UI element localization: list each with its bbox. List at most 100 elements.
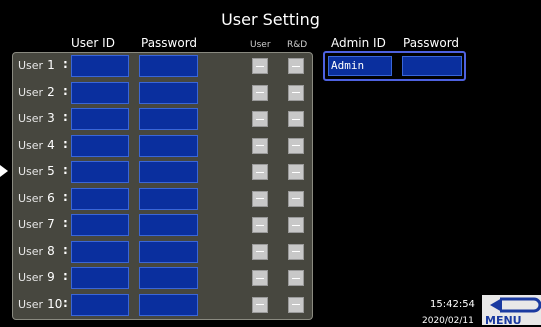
user-colon: : — [63, 83, 68, 98]
rd-permission-checkbox[interactable] — [288, 58, 304, 74]
user-permission-checkbox[interactable] — [252, 217, 268, 233]
header-user-permission: User — [250, 40, 271, 50]
user-label-text: User — [18, 138, 44, 152]
checkbox-dash-icon — [256, 171, 264, 173]
user-number: 4 — [47, 137, 55, 152]
checkbox-dash-icon — [292, 65, 300, 67]
checkbox-dash-icon — [292, 277, 300, 279]
user-permission-checkbox[interactable] — [252, 243, 268, 260]
user-number: 6 — [47, 190, 55, 205]
user-id-field[interactable] — [71, 214, 129, 236]
user-colon: : — [63, 269, 68, 283]
user-colon: : — [63, 110, 68, 124]
user-password-field[interactable] — [139, 293, 198, 316]
user-password-field[interactable] — [139, 267, 198, 289]
user-number: 10 — [47, 296, 63, 311]
rd-permission-checkbox[interactable] — [288, 217, 304, 233]
user-permission-checkbox[interactable] — [252, 164, 268, 180]
user-colon: : — [63, 57, 68, 71]
rd-permission-checkbox[interactable] — [288, 137, 304, 154]
user-number: 2 — [47, 84, 55, 99]
user-password-field[interactable] — [139, 134, 198, 157]
user-row-label: User 7 — [18, 217, 55, 231]
menu-label: MENU — [485, 314, 522, 327]
user-permission-checkbox[interactable] — [252, 58, 268, 74]
user-id-field[interactable] — [71, 55, 129, 77]
user-label-text: User — [18, 165, 44, 178]
user-password-field[interactable] — [139, 161, 198, 183]
checkbox-dash-icon — [256, 277, 264, 279]
user-id-field[interactable] — [71, 187, 129, 210]
rd-permission-checkbox[interactable] — [288, 190, 304, 207]
user-colon: : — [63, 242, 68, 257]
user-label-text: User — [18, 191, 44, 205]
rd-permission-checkbox[interactable] — [288, 111, 304, 127]
user-permission-checkbox[interactable] — [252, 190, 268, 207]
user-password-field[interactable] — [139, 108, 198, 130]
rd-permission-checkbox[interactable] — [288, 84, 304, 101]
user-row-label: User 2 — [18, 85, 55, 99]
checkbox-dash-icon — [256, 65, 264, 67]
user-id-field[interactable] — [71, 161, 129, 183]
user-id-field[interactable] — [71, 293, 129, 316]
header-admin-password: Password — [403, 36, 460, 50]
admin-id-field[interactable]: Admin — [328, 56, 392, 76]
checkbox-dash-icon — [256, 304, 264, 305]
user-label-text: User — [18, 244, 44, 258]
checkbox-dash-icon — [292, 171, 300, 173]
user-permission-checkbox[interactable] — [252, 84, 268, 101]
checkbox-dash-icon — [292, 304, 300, 305]
rd-permission-checkbox[interactable] — [288, 243, 304, 260]
user-row-label: User 5 — [18, 164, 55, 178]
header-password: Password — [141, 36, 198, 50]
user-permission-checkbox[interactable] — [252, 137, 268, 154]
user-permission-checkbox[interactable] — [252, 296, 268, 313]
user-id-field[interactable] — [71, 108, 129, 130]
rd-permission-checkbox[interactable] — [288, 164, 304, 180]
user-password-field[interactable] — [139, 240, 198, 263]
user-password-field[interactable] — [139, 55, 198, 77]
user-password-field[interactable] — [139, 187, 198, 210]
user-row-label: User 3 — [18, 111, 55, 125]
user-permission-checkbox[interactable] — [252, 270, 268, 286]
header-admin-id: Admin ID — [331, 36, 386, 50]
user-password-field[interactable] — [139, 81, 198, 104]
checkbox-dash-icon — [256, 145, 264, 146]
checkbox-dash-icon — [292, 92, 300, 93]
user-label-text: User — [18, 112, 44, 125]
user-colon: : — [63, 189, 68, 204]
user-number: 8 — [47, 243, 55, 258]
rd-permission-checkbox[interactable] — [288, 296, 304, 313]
user-number: 1 — [47, 58, 55, 72]
checkbox-dash-icon — [256, 118, 264, 120]
user-colon: : — [63, 216, 68, 230]
user-colon: : — [63, 295, 68, 310]
checkbox-dash-icon — [256, 251, 264, 252]
user-row-label: User 1 — [18, 58, 55, 72]
user-permission-checkbox[interactable] — [252, 111, 268, 127]
checkbox-dash-icon — [292, 224, 300, 226]
checkbox-dash-icon — [256, 224, 264, 226]
admin-password-field[interactable] — [402, 56, 462, 76]
clock-time: 15:42:54 — [430, 299, 475, 310]
user-label-text: User — [18, 297, 44, 311]
checkbox-dash-icon — [292, 118, 300, 120]
checkbox-dash-icon — [292, 145, 300, 146]
user-row-label: User 6 — [18, 191, 55, 205]
user-label-text: User — [18, 271, 44, 284]
user-row-label: User 4 — [18, 138, 55, 152]
page-title: User Setting — [221, 10, 320, 29]
user-label-text: User — [18, 85, 44, 99]
user-id-field[interactable] — [71, 267, 129, 289]
checkbox-dash-icon — [256, 198, 264, 199]
user-id-field[interactable] — [71, 81, 129, 104]
user-colon: : — [63, 163, 68, 177]
user-colon: : — [63, 136, 68, 151]
user-number: 9 — [47, 270, 55, 284]
rd-permission-checkbox[interactable] — [288, 270, 304, 286]
user-id-field[interactable] — [71, 134, 129, 157]
user-id-field[interactable] — [71, 240, 129, 263]
user-label-text: User — [18, 59, 44, 72]
menu-button[interactable]: MENU — [482, 295, 541, 327]
user-password-field[interactable] — [139, 214, 198, 236]
